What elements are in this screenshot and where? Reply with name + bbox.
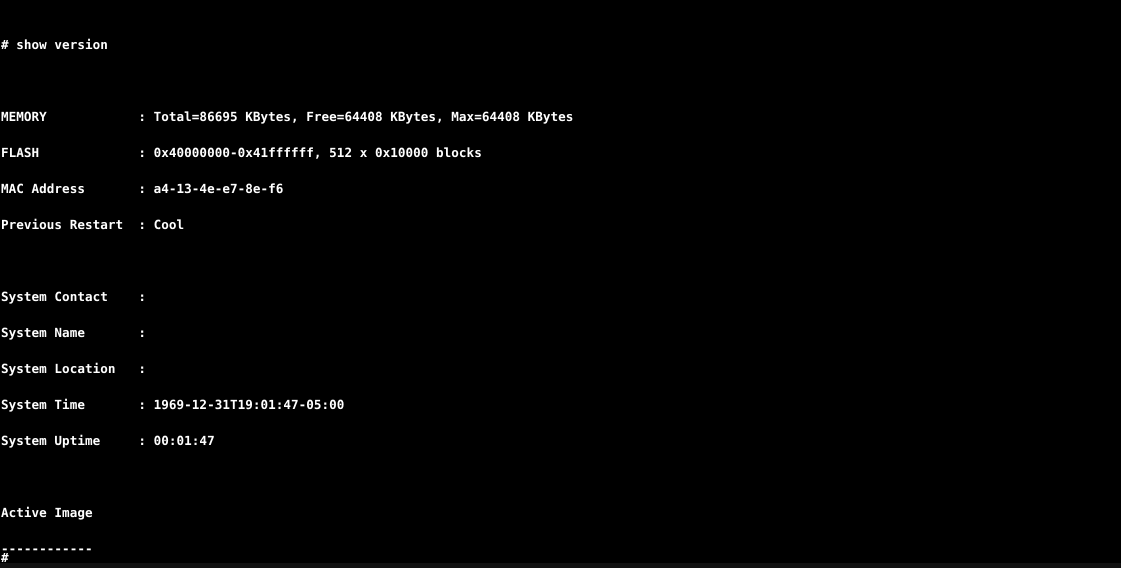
flash-line: FLASH : 0x40000000-0x41ffffff, 512 x 0x1… [1, 145, 482, 160]
memory-line: MEMORY : Total=86695 KBytes, Free=64408 … [1, 109, 574, 124]
bottom-strip [0, 563, 1121, 568]
system-time-line: System Time : 1969-12-31T19:01:47-05:00 [1, 397, 345, 412]
previous-restart-line: Previous Restart : Cool [1, 217, 185, 232]
terminal-output[interactable]: # show version MEMORY : Total=86695 KByt… [0, 0, 1121, 568]
mac-address-line: MAC Address : a4-13-4e-e7-8e-f6 [1, 181, 284, 196]
command-show-version: # show version [1, 37, 108, 52]
system-name-line: System Name : [1, 325, 147, 340]
terminal-screen: # show version MEMORY : Total=86695 KByt… [0, 0, 1121, 568]
system-location-line: System Location : [1, 361, 147, 376]
system-uptime-line: System Uptime : 00:01:47 [1, 433, 215, 448]
system-contact-line: System Contact : [1, 289, 147, 304]
active-image-heading: Active Image [1, 505, 93, 520]
